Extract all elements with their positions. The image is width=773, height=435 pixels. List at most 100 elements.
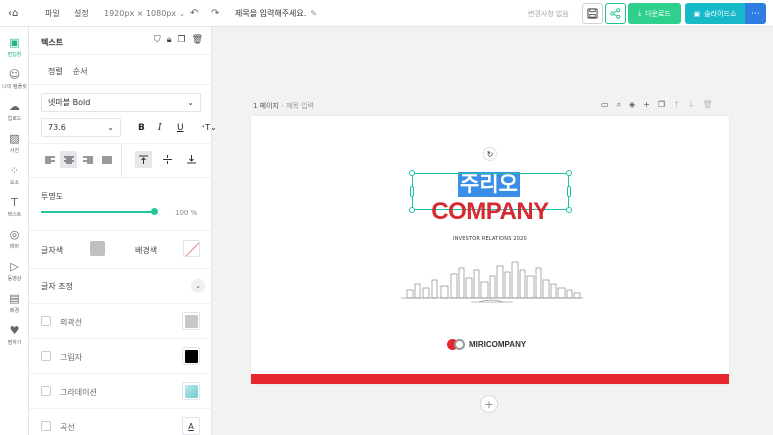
shadow-color-swatch[interactable]	[182, 347, 200, 365]
align-right-icon[interactable]	[79, 151, 96, 168]
home-back-icon[interactable]: ‹⌂	[8, 0, 18, 27]
canvas-size-value: 1920px × 1080px	[104, 9, 177, 18]
rotate-icon[interactable]: ↻	[484, 148, 496, 160]
bold-button[interactable]: B	[138, 118, 145, 137]
file-menu[interactable]: 파일	[45, 0, 60, 27]
font-family-select[interactable]: 넷마블 Bold ⌄	[41, 93, 201, 112]
valign-middle-icon[interactable]	[159, 151, 176, 168]
sidebar-item-cloud-upload[interactable]: ☁ 업로드	[0, 96, 29, 126]
company-title[interactable]: COMPANY	[251, 198, 729, 226]
miricompany-logo[interactable]: MIRICOMPANY	[447, 339, 526, 350]
resize-handle-left[interactable]	[410, 186, 414, 197]
sidebar-item-layout[interactable]: ▣ 편집창	[0, 32, 29, 62]
sidebar-item-user[interactable]: ☺ 나의 템플릿	[0, 64, 29, 94]
eyedropper-icon[interactable]: ⌕	[617, 100, 621, 110]
more-options-button[interactable]: ⋯	[745, 3, 766, 24]
pencil-icon[interactable]: ✎	[310, 9, 317, 18]
add-page-button[interactable]: +	[480, 395, 498, 413]
slide-canvas[interactable]: ↻ 주리오 COMPANY INVESTOR RELATIONS 2020 MI…	[251, 116, 729, 384]
redo-icon[interactable]: ↷	[211, 0, 219, 27]
letter-spacing-button[interactable]: ⁺T ⌄	[201, 118, 217, 137]
align-left-icon[interactable]	[41, 151, 58, 168]
delete-page-icon[interactable]: 🗑︎	[702, 100, 712, 110]
valign-bottom-icon[interactable]	[183, 151, 200, 168]
resize-handle-tr[interactable]	[566, 170, 572, 176]
divider	[29, 177, 212, 178]
gradient-checkbox[interactable]	[41, 386, 51, 396]
italic-button[interactable]: I	[158, 118, 162, 137]
sidebar-item-label: 사진	[9, 147, 20, 154]
align-center-icon[interactable]	[60, 151, 77, 168]
page-title-input[interactable]: - 제목 입력	[281, 102, 314, 110]
chevron-down-icon: ⌄	[179, 9, 186, 18]
letter-spacing-icon: ⁺T	[201, 123, 211, 132]
sidebar-item-heart[interactable]: ♥ 찜하기	[0, 320, 29, 350]
logo-name: MIRICOMPANY	[469, 340, 527, 349]
shadow-checkbox[interactable]	[41, 351, 51, 361]
city-skyline-image[interactable]	[401, 260, 583, 306]
canvas-size-select[interactable]: 1920px × 1080px ⌄	[104, 0, 185, 27]
gradient-color-swatch[interactable]	[182, 382, 200, 400]
page-toolbar: ▭ ⌕ ◈ + ❐ ↑ ↓ 🗑︎	[601, 100, 713, 110]
document-title[interactable]: 제목을 입력해주세요. ✎	[235, 0, 317, 27]
outline-color-swatch[interactable]	[182, 312, 200, 330]
save-status: 변경사항 없음	[528, 9, 569, 18]
add-icon[interactable]: +	[643, 100, 650, 110]
divider	[29, 84, 212, 85]
save-button[interactable]	[582, 3, 603, 24]
align-justify-icon[interactable]	[98, 151, 115, 168]
valign-top-icon[interactable]	[135, 151, 152, 168]
text-icon: T	[11, 195, 18, 209]
sidebar-item-image[interactable]: ▨ 사진	[0, 128, 29, 158]
font-size-value: 73.6	[48, 123, 66, 132]
copy-page-icon[interactable]: ❐	[658, 100, 665, 110]
duplicate-icon[interactable]: ❐	[177, 35, 185, 45]
text-color-swatch[interactable]	[90, 241, 105, 256]
no-color-icon	[185, 242, 199, 256]
subtitle-text[interactable]: INVESTOR RELATIONS 2020	[251, 236, 729, 242]
option-outline: 외곽선	[29, 304, 212, 339]
underline-button[interactable]: U	[177, 118, 184, 137]
opacity-slider-track[interactable]	[41, 211, 154, 213]
trash-icon[interactable]: 🗑︎	[192, 35, 203, 45]
undo-icon[interactable]: ↶	[190, 0, 198, 27]
font-size-select[interactable]: 73.6 ⌄	[41, 118, 121, 137]
share-button[interactable]	[605, 3, 626, 24]
panel-tabs: 정렬 순서	[48, 66, 87, 77]
accent-bar[interactable]	[251, 374, 729, 384]
move-up-icon[interactable]: ↑	[673, 100, 680, 110]
logo-mark	[454, 339, 465, 350]
sidebar-item-palette[interactable]: ◎ 테마	[0, 224, 29, 254]
opacity-value: 100 %	[175, 209, 198, 217]
sidebar-item-background[interactable]: ▤ 배경	[0, 288, 29, 318]
chevron-down-icon[interactable]: ⌄	[191, 279, 205, 293]
elements-icon: ⁘	[9, 163, 20, 177]
move-down-icon[interactable]: ↓	[688, 100, 695, 110]
lock-icon[interactable]: 🔒︎	[167, 35, 172, 45]
sidebar-item-video[interactable]: ▷ 동영상	[0, 256, 29, 286]
opacity-slider-handle[interactable]	[151, 208, 158, 215]
cloud-upload-icon: ☁	[9, 99, 20, 113]
resize-handle-tl[interactable]	[409, 170, 415, 176]
curve-checkbox[interactable]	[41, 421, 51, 431]
curve-text-icon[interactable]: A	[182, 417, 200, 435]
tab-order[interactable]: 순서	[73, 66, 88, 77]
shadow-label: 그림자	[60, 353, 83, 362]
settings-menu[interactable]: 설정	[74, 0, 89, 27]
resize-handle-right[interactable]	[567, 186, 571, 197]
sidebar-item-label: 테마	[9, 243, 20, 250]
swatch-fill	[184, 314, 198, 328]
tab-align[interactable]: 정렬	[48, 66, 63, 77]
heart-icon: ♥	[9, 323, 20, 337]
divider	[121, 143, 122, 177]
fill-icon[interactable]: ◈	[629, 100, 635, 110]
paint-format-icon[interactable]: ⛉	[154, 35, 161, 45]
outline-checkbox[interactable]	[41, 316, 51, 326]
slideshow-button[interactable]: ▣ 슬라이드쇼	[685, 3, 745, 24]
sidebar-item-label: 찜하기	[7, 339, 22, 346]
download-button[interactable]: ⤓ 다운로드	[628, 3, 681, 24]
comment-icon[interactable]: ▭	[601, 100, 609, 110]
bg-color-swatch[interactable]	[183, 240, 200, 257]
sidebar-item-text[interactable]: T 텍스트	[0, 192, 29, 222]
sidebar-item-elements[interactable]: ⁘ 요소	[0, 160, 29, 190]
